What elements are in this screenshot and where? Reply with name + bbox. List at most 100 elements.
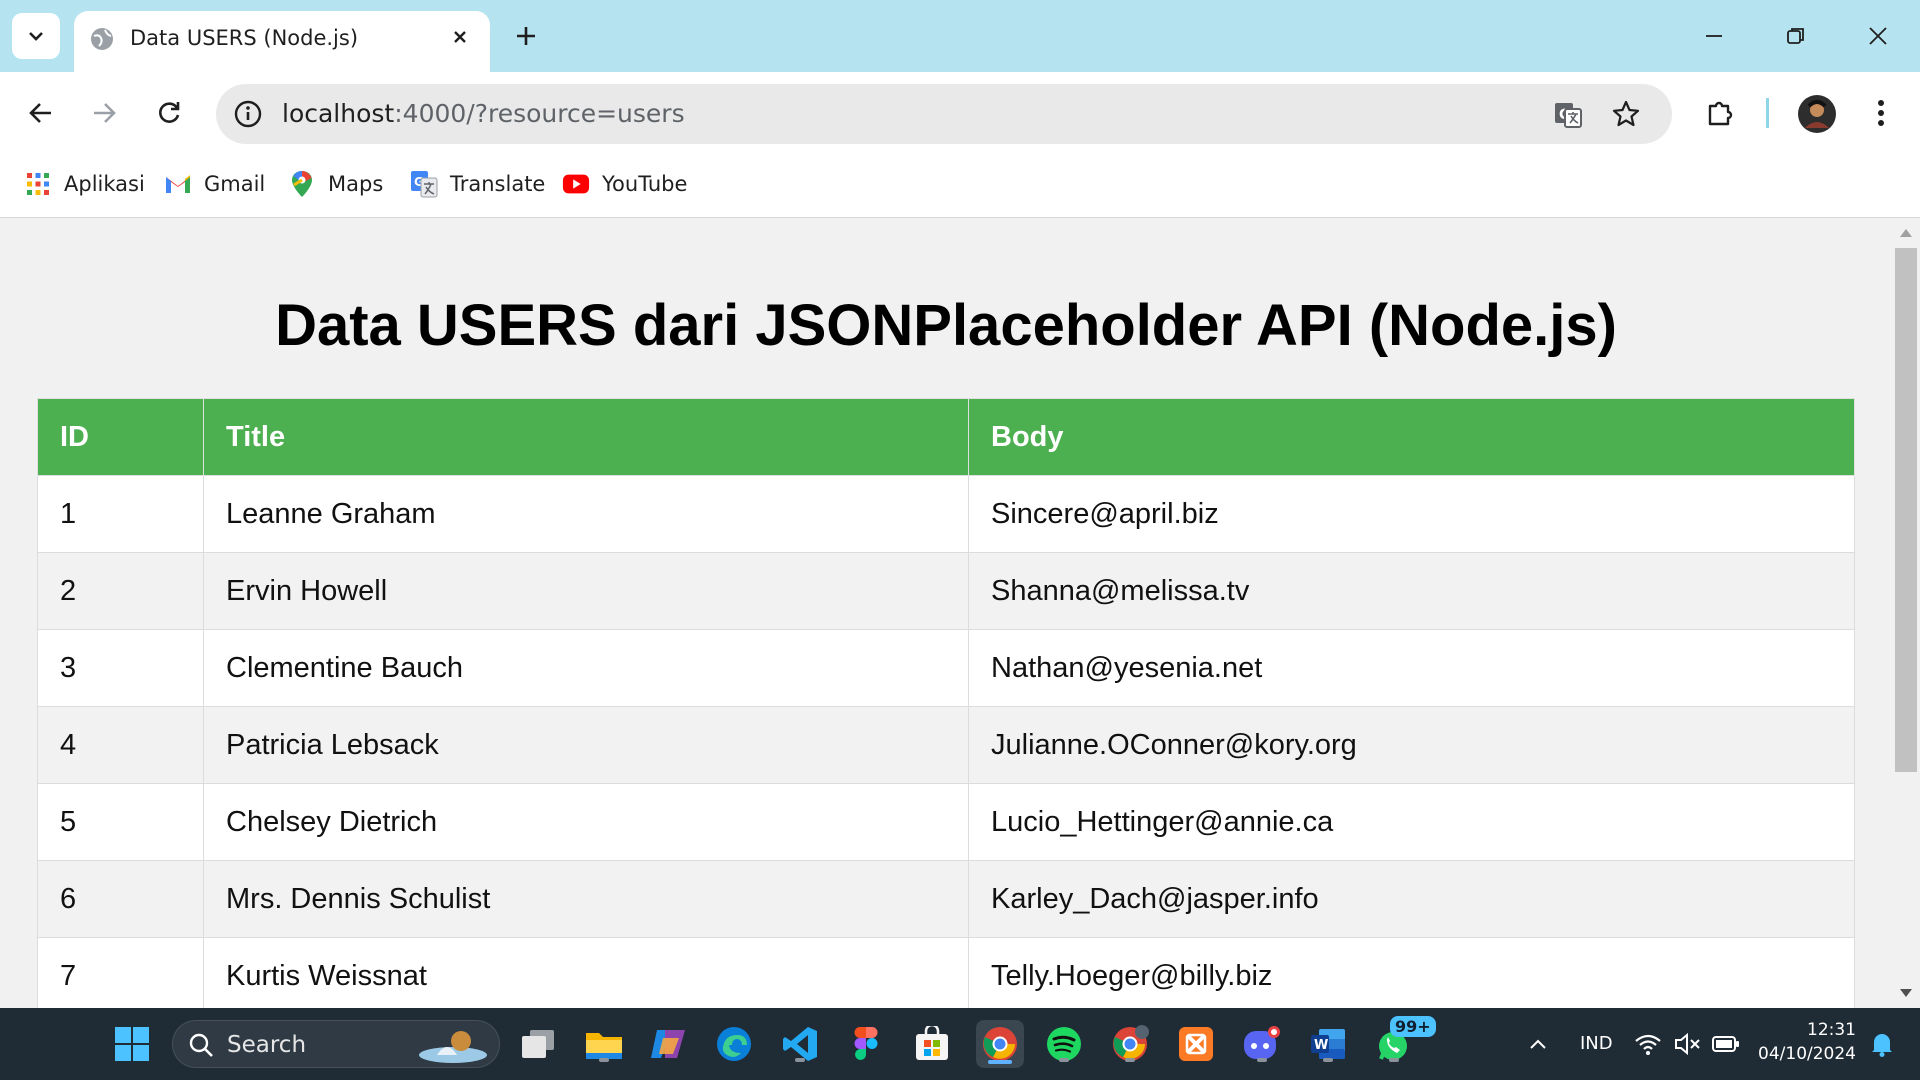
address-bar[interactable]: localhost:4000/?resource=users G <box>216 84 1672 144</box>
chevron-down-icon <box>29 32 43 41</box>
minimize-icon <box>1706 35 1722 37</box>
file-explorer-button[interactable] <box>582 1022 626 1066</box>
windows-logo-icon <box>115 1027 149 1061</box>
reload-icon <box>159 102 180 123</box>
wifi-status[interactable] <box>1630 1022 1666 1066</box>
url-text[interactable]: localhost:4000/?resource=users <box>282 99 685 128</box>
profile-avatar[interactable] <box>1795 92 1839 136</box>
battery-status[interactable] <box>1708 1022 1744 1066</box>
bookmark-label: Aplikasi <box>64 172 145 196</box>
xampp-icon <box>1179 1027 1213 1061</box>
running-indicator <box>1257 1058 1267 1062</box>
bookmark-aplikasi[interactable]: Aplikasi <box>24 168 145 200</box>
running-indicator <box>1059 1058 1069 1062</box>
apps-grid-icon <box>24 170 52 198</box>
scroll-up-arrow-icon[interactable] <box>1899 226 1913 240</box>
vscode-button[interactable] <box>778 1022 822 1066</box>
scroll-down-arrow-icon[interactable] <box>1899 986 1913 1000</box>
close-tab-icon[interactable] <box>446 23 474 51</box>
table-row: 3 Clementine Bauch Nathan@yesenia.net <box>37 629 1855 707</box>
cell-body: Nathan@yesenia.net <box>968 629 1855 707</box>
copilot-button[interactable] <box>646 1022 690 1066</box>
cell-id: 1 <box>37 475 204 553</box>
extensions-button[interactable] <box>1699 92 1741 134</box>
new-tab-button[interactable] <box>510 20 542 52</box>
cell-title: Ervin Howell <box>203 552 969 630</box>
discord-button[interactable] <box>1240 1022 1284 1066</box>
cell-title: Kurtis Weissnat <box>203 937 969 1008</box>
figma-button[interactable] <box>844 1022 888 1066</box>
cell-body: Julianne.OConner@kory.org <box>968 706 1855 784</box>
cell-id: 6 <box>37 860 204 938</box>
scrollbar-thumb[interactable] <box>1895 248 1917 772</box>
bell-icon <box>1872 1034 1892 1057</box>
edge-button[interactable] <box>712 1022 756 1066</box>
column-header-body: Body <box>968 398 1855 476</box>
back-button[interactable] <box>20 92 62 134</box>
cell-id: 5 <box>37 783 204 861</box>
page-scrollbar[interactable] <box>1892 218 1920 1008</box>
more-vert-icon <box>1878 100 1884 126</box>
arrow-right-icon <box>94 103 116 123</box>
bookmark-gmail[interactable]: Gmail <box>164 168 265 200</box>
cell-id: 2 <box>37 552 204 630</box>
word-icon: W <box>1311 1029 1345 1059</box>
taskbar-search[interactable]: Search <box>172 1020 500 1068</box>
cell-body: Lucio_Hettinger@annie.ca <box>968 783 1855 861</box>
copilot-icon <box>651 1030 685 1058</box>
clock-date: 04/10/2024 <box>1758 1044 1856 1064</box>
arrow-left-icon <box>29 103 51 123</box>
table-row: 5 Chelsey Dietrich Lucio_Hettinger@annie… <box>37 783 1855 861</box>
volume-status[interactable] <box>1670 1022 1706 1066</box>
whatsapp-button[interactable]: 99+ <box>1372 1016 1436 1066</box>
chrome-button-active[interactable] <box>976 1020 1024 1068</box>
bookmark-translate[interactable]: G Translate <box>410 168 545 200</box>
search-placeholder: Search <box>227 1032 307 1058</box>
minimize-button[interactable] <box>1694 18 1734 54</box>
plus-icon <box>517 27 535 45</box>
task-view-button[interactable] <box>516 1022 560 1066</box>
notifications-button[interactable] <box>1864 1022 1900 1066</box>
input-language[interactable]: IND <box>1580 1033 1613 1054</box>
svg-text:W: W <box>1314 1038 1328 1053</box>
site-info-icon[interactable] <box>232 98 264 130</box>
cell-title: Patricia Lebsack <box>203 706 969 784</box>
microsoft-store-button[interactable] <box>910 1022 954 1066</box>
cell-title: Chelsey Dietrich <box>203 783 969 861</box>
show-hidden-icons-button[interactable] <box>1518 1022 1558 1066</box>
bookmark-label: Maps <box>328 172 384 196</box>
start-button[interactable] <box>110 1022 154 1066</box>
word-button[interactable]: W <box>1306 1022 1350 1066</box>
restore-button[interactable] <box>1776 18 1816 54</box>
bookmark-star-icon[interactable] <box>1610 98 1642 130</box>
windows-taskbar: Search W 99+ IND 12:31 04/10/2024 <box>0 1008 1920 1080</box>
xampp-button[interactable] <box>1174 1022 1218 1066</box>
browser-tab[interactable]: Data USERS (Node.js) <box>74 11 490 72</box>
browser-toolbar: localhost:4000/?resource=users G <box>0 72 1920 154</box>
spotify-button[interactable] <box>1042 1022 1086 1066</box>
forward-button[interactable] <box>83 92 125 134</box>
running-indicator <box>599 1058 609 1062</box>
reload-button[interactable] <box>148 92 190 134</box>
bookmark-youtube[interactable]: YouTube <box>562 168 687 200</box>
running-indicator <box>1125 1058 1135 1062</box>
battery-icon <box>1712 1036 1739 1052</box>
translate-page-icon[interactable]: G <box>1552 98 1584 130</box>
cell-body: Telly.Hoeger@billy.biz <box>968 937 1855 1008</box>
running-indicator <box>1323 1058 1333 1062</box>
restore-icon <box>1787 28 1804 44</box>
clock[interactable]: 12:31 04/10/2024 <box>1756 1020 1856 1064</box>
bookmark-maps[interactable]: Maps <box>288 168 383 200</box>
tab-search-button[interactable] <box>12 13 60 59</box>
chrome-profile-button[interactable] <box>1108 1022 1152 1066</box>
edge-icon <box>717 1027 751 1061</box>
cell-body: Karley_Dach@jasper.info <box>968 860 1855 938</box>
chrome-menu-button[interactable] <box>1860 92 1902 134</box>
bookmarks-bar: Aplikasi Gmail Maps G Translate YouTube <box>0 154 1920 218</box>
spotify-icon <box>1047 1027 1081 1061</box>
column-header-id: ID <box>37 398 204 476</box>
cell-body: Sincere@april.biz <box>968 475 1855 553</box>
search-icon <box>189 1033 213 1057</box>
gmail-icon <box>164 170 192 198</box>
close-window-button[interactable] <box>1858 18 1898 54</box>
